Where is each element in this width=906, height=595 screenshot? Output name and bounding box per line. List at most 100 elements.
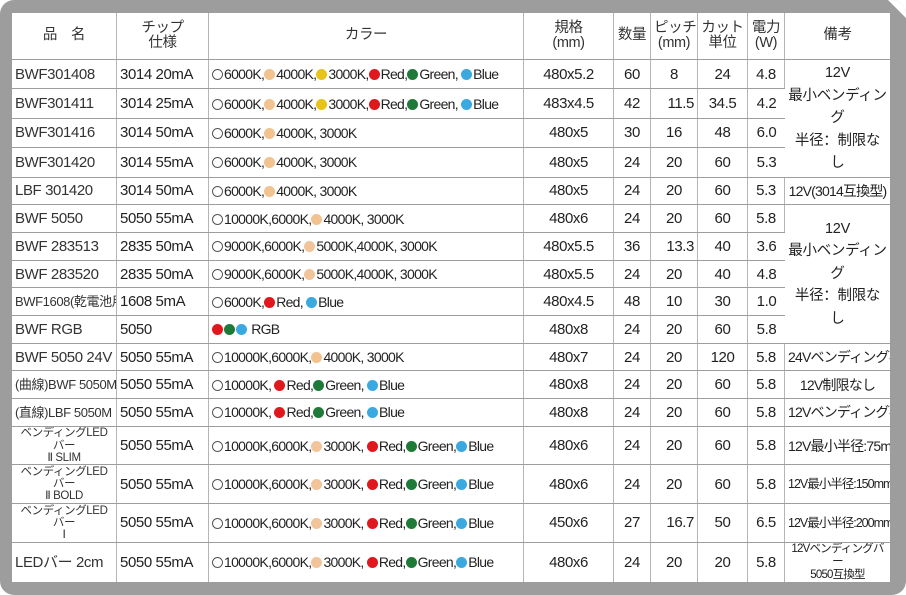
cut-unit: 120 <box>698 343 748 371</box>
color-dot-icon <box>368 69 380 81</box>
size-mm: 480x6 <box>524 542 614 582</box>
color-dot-icon <box>366 517 378 529</box>
table-row: ベンディングLEDバー Ⅱ SLIM 5050 55mA 10000K,6000K, 3… <box>12 426 890 465</box>
size-mm: 480x7 <box>524 343 614 371</box>
cut-unit: 48 <box>698 118 748 148</box>
color-label: Green, <box>419 95 462 112</box>
size-mm: 480x4.5 <box>524 288 614 316</box>
color-dot-icon <box>212 479 223 491</box>
pitch-mm: 16.7 <box>651 503 698 542</box>
table-row: LEDバー 2cm 5050 55mA 10000K,6000K, 3000K, Re… <box>12 542 890 582</box>
product-name: (直線)LBF 5050M <box>12 399 117 426</box>
remarks-group1: 12V 最小ベンディング 半径：制限なし <box>785 60 890 177</box>
color-dot-icon <box>212 407 223 419</box>
remarks: 12V最小半径:200mm <box>785 503 890 542</box>
size-mm: 480x5.2 <box>524 60 614 89</box>
size-mm: 480x6 <box>524 465 614 503</box>
color-label: 10000K, <box>224 404 275 421</box>
color-dot-icon <box>304 269 316 280</box>
color-label: 10000K, <box>224 376 275 393</box>
color-options: 9000K,6000K, 5000K,4000K, 3000K <box>209 260 524 288</box>
chip-spec: 5050 55mA <box>117 503 209 542</box>
color-label: 6000K, <box>224 95 265 112</box>
color-label: Blue <box>468 476 494 493</box>
table-row: BWF 5050 5050 55mA 10000K,6000K, 4000K, 300… <box>12 205 890 343</box>
size-mm: 480x8 <box>524 371 614 399</box>
product-name: ベンディングLEDバー Ⅱ SLIM <box>12 426 117 465</box>
col-header-chip: チップ 仕様 <box>117 13 209 59</box>
product-name: BWF 283520 <box>12 260 117 288</box>
pitch-mm: 20 <box>651 399 698 426</box>
quantity: 24 <box>614 260 651 288</box>
power-watt: 5.8 <box>748 426 785 465</box>
cut-unit: 20 <box>698 542 748 582</box>
color-dot-icon <box>316 69 328 81</box>
quantity: 24 <box>614 205 651 232</box>
color-options: 6000K, 4000K, 3000K, Red, Green, Blue <box>209 89 524 118</box>
power-watt: 5.8 <box>748 343 785 371</box>
color-label: Green, <box>419 66 462 83</box>
size-mm: 480x5 <box>524 148 614 177</box>
color-dot-icon <box>212 296 223 308</box>
pitch-mm: 13.3 <box>651 232 698 260</box>
quantity: 24 <box>614 542 651 582</box>
table-row: (直線)LBF 5050M 5050 55mA 10000K, Red, Green,… <box>12 399 890 426</box>
chip-spec: 5050 55mA <box>117 371 209 399</box>
color-dot-icon <box>306 296 318 308</box>
cut-unit: 40 <box>698 232 748 260</box>
color-label: Blue <box>318 293 344 310</box>
product-name: BWF301416 <box>12 118 117 148</box>
color-label: Green, <box>325 404 368 421</box>
product-name: BWF301411 <box>12 89 117 118</box>
color-label: 6000K, <box>224 182 265 199</box>
table-row: BWF301420 3014 55mA 6000K, 4000K, 3000K 480x… <box>12 148 890 177</box>
color-options: 10000K,6000K, 3000K, Red, Green, Blue <box>209 465 524 503</box>
color-label: 10000K,6000K, <box>224 514 312 531</box>
product-name: BWF301408 <box>12 60 117 89</box>
chip-spec: 3014 50mA <box>117 118 209 148</box>
col-header-size: 規格 (mm) <box>524 13 614 59</box>
pitch-mm: 20 <box>651 148 698 177</box>
remarks: 12Vベンディング不可 <box>785 399 890 426</box>
remarks: 12V最小半径:150mm <box>785 465 890 503</box>
product-name: LEDバー 2cm <box>12 542 117 582</box>
chip-spec: 1608 5mA <box>117 288 209 316</box>
cut-unit: 60 <box>698 148 748 177</box>
power-watt: 5.8 <box>748 371 785 399</box>
quantity: 24 <box>614 148 651 177</box>
pitch-mm: 20 <box>651 316 698 343</box>
color-dot-icon <box>311 352 323 364</box>
cut-unit: 60 <box>698 205 748 232</box>
quantity: 24 <box>614 426 651 465</box>
color-options: RGB <box>209 316 524 343</box>
color-dot-icon <box>367 407 379 419</box>
color-dot-icon <box>212 69 223 81</box>
color-dot-icon <box>461 98 473 110</box>
pitch-mm: 20 <box>651 260 698 288</box>
cut-unit: 50 <box>698 503 748 542</box>
color-options: 10000K, Red, Green, Blue <box>209 371 524 399</box>
table-row: LBF 301420 3014 50mA 6000K, 4000K, 3000K 480… <box>12 177 890 205</box>
color-dot-icon <box>316 98 328 110</box>
table-row: BWF301408 3014 20mA 6000K, 4000K, 3000K, Red,… <box>12 60 890 177</box>
product-name: BWF RGB <box>12 316 117 343</box>
color-dot-icon <box>368 98 380 110</box>
product-name: BWF301420 <box>12 148 117 177</box>
color-dot-icon <box>212 557 223 569</box>
color-label: 3000K, <box>328 95 369 112</box>
color-dot-icon <box>461 69 473 81</box>
color-label: Blue <box>473 95 499 112</box>
table-row: BWF 283513 2835 50mA 9000K,6000K, 5000K,400… <box>12 232 890 260</box>
chip-spec: 5050 55mA <box>117 426 209 465</box>
chip-spec: 2835 50mA <box>117 260 209 288</box>
color-label: 4000K, <box>276 66 317 83</box>
color-dot-icon <box>405 557 417 569</box>
color-dot-icon <box>212 352 223 364</box>
quantity: 24 <box>614 465 651 503</box>
size-mm: 480x6 <box>524 426 614 465</box>
color-dot-icon <box>264 296 276 308</box>
cut-unit: 60 <box>698 177 748 205</box>
color-dot-icon <box>456 557 468 569</box>
color-label: Red, <box>378 514 406 531</box>
color-dot-icon <box>456 517 468 529</box>
